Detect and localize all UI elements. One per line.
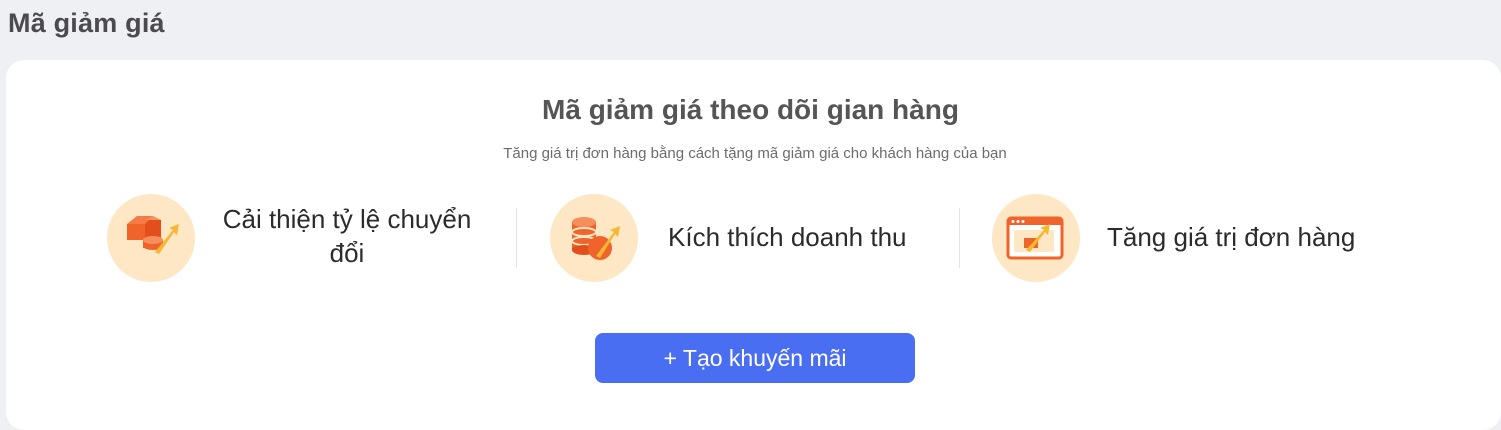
feature-label: Kích thích doanh thu xyxy=(668,222,907,252)
create-promotion-label: Tạo khuyến mãi xyxy=(682,344,847,371)
order-value-window-icon xyxy=(992,194,1080,282)
card-title: Mã giảm giá theo dõi gian hàng xyxy=(542,94,959,125)
revenue-coins-icon xyxy=(550,194,638,282)
conversion-boxes-icon xyxy=(107,194,195,282)
feature-revenue: Kích thích doanh thu xyxy=(550,194,950,282)
divider xyxy=(516,208,517,268)
feature-label: Tăng giá trị đơn hàng xyxy=(1107,222,1356,252)
feature-label: Cải thiện tỷ lệ chuyển đổi xyxy=(222,204,472,268)
divider xyxy=(959,208,960,268)
card-subtitle: Tăng giá trị đơn hàng bằng cách tặng mã … xyxy=(503,145,1007,162)
feature-order-value: Tăng giá trị đơn hàng xyxy=(992,194,1392,282)
plus-icon: + xyxy=(663,344,677,371)
create-promotion-button[interactable]: + Tạo khuyến mãi xyxy=(595,333,915,383)
feature-conversion: Cải thiện tỷ lệ chuyển đổi xyxy=(107,194,507,282)
page-title: Mã giảm giá xyxy=(8,8,165,38)
